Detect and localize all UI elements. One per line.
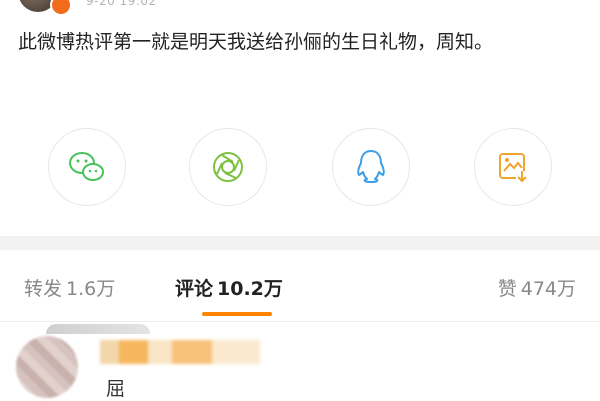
save-image-icon	[499, 153, 528, 183]
active-tab-indicator	[202, 312, 272, 316]
tab-repost[interactable]: 转发 1.6万	[24, 274, 115, 301]
tab-like-label: 赞	[497, 278, 517, 300]
tab-repost-label: 转发	[24, 278, 63, 300]
save-image-button[interactable]	[474, 128, 552, 206]
tab-comment-count: 10.2万	[217, 278, 283, 300]
share-row	[0, 128, 600, 208]
commenter-name-blurred[interactable]	[100, 340, 260, 364]
wechat-icon	[69, 152, 104, 181]
moments-icon	[213, 152, 243, 182]
comment-text: 屈	[106, 378, 126, 400]
blurred-element	[46, 324, 150, 334]
tab-comment[interactable]: 评论 10.2万	[175, 274, 283, 301]
share-wechat-button[interactable]	[48, 128, 126, 206]
post-text: 此微博热评第一就是明天我送给孙俪的生日礼物，周知。	[18, 31, 494, 53]
share-qq-button[interactable]	[332, 128, 410, 206]
verified-badge-icon	[50, 0, 72, 16]
tab-like[interactable]: 赞 474万	[498, 274, 576, 301]
qq-icon	[357, 150, 385, 183]
section-divider	[0, 236, 600, 250]
commenter-avatar[interactable]	[16, 336, 78, 398]
share-moments-button[interactable]	[189, 128, 267, 206]
comment-item[interactable]: 屈	[0, 322, 600, 400]
post-timestamp: 9-20 19:02	[86, 0, 157, 8]
tab-like-count: 474万	[520, 278, 576, 300]
post-header: 9-20 19:02	[0, 0, 600, 16]
tab-comment-label: 评论	[175, 278, 214, 300]
engagement-tabs: 转发 1.6万 评论 10.2万 赞 474万	[0, 250, 600, 322]
tab-repost-count: 1.6万	[66, 278, 116, 300]
